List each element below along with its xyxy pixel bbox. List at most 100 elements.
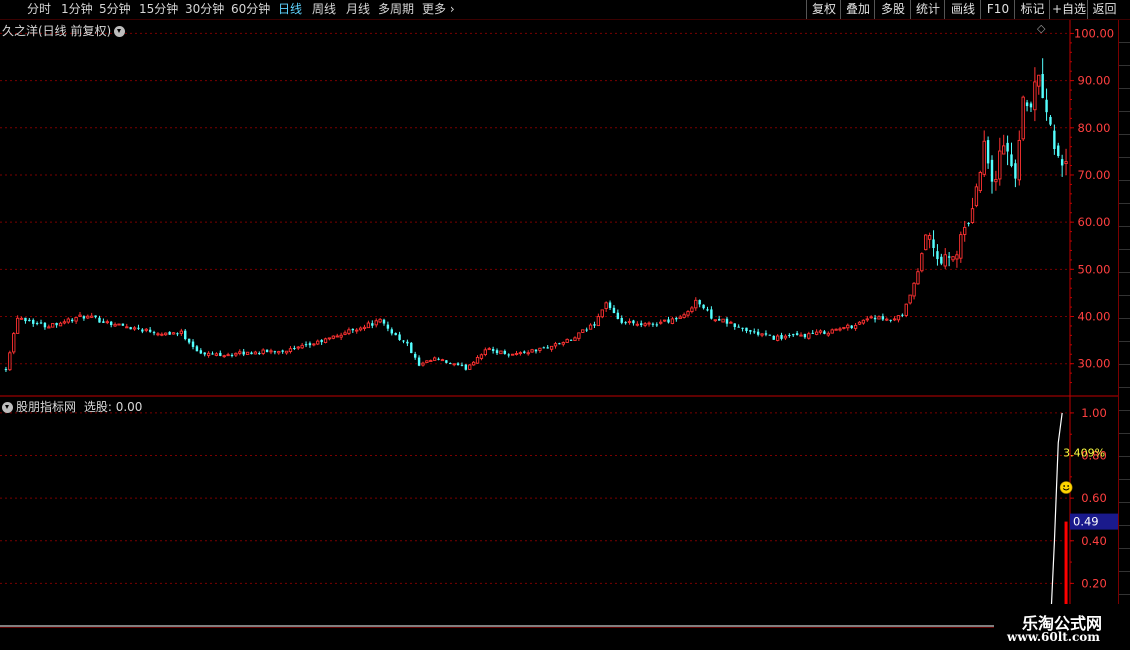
candle-body	[780, 334, 783, 339]
candle-body	[222, 355, 226, 358]
candle-body	[296, 346, 300, 349]
candle-body	[655, 324, 659, 326]
toolbar-button-8[interactable]: 返回	[1087, 0, 1121, 19]
period-tab-3[interactable]: 15分钟	[139, 1, 178, 18]
candle-body	[437, 358, 440, 360]
candle-body	[904, 303, 908, 316]
toolbar-button-7[interactable]: +自选	[1049, 0, 1088, 19]
candle-body	[156, 333, 160, 336]
candle-body	[43, 322, 47, 328]
candle-body	[417, 357, 421, 366]
period-tab-10[interactable]: 更多 ›	[422, 1, 455, 18]
period-tab-4[interactable]: 30分钟	[185, 1, 224, 18]
toolbar-button-6[interactable]: 标记	[1014, 0, 1050, 19]
candle-body	[745, 327, 748, 332]
candle-body	[885, 318, 889, 321]
watermark: 乐淘公式网 www.60lt.com	[994, 604, 1130, 650]
candle-body	[678, 316, 682, 320]
toolbar-button-2[interactable]: 多股	[874, 0, 911, 19]
candle-body	[39, 322, 43, 324]
candle-body	[932, 239, 935, 249]
side-panel-row	[1119, 327, 1130, 342]
side-panel-row	[1119, 28, 1130, 43]
candle-body	[4, 368, 8, 371]
candle-body	[994, 179, 998, 183]
toolbar-button-4[interactable]: 画线	[944, 0, 981, 19]
candle-body	[811, 332, 814, 334]
side-panel-row	[1119, 258, 1130, 273]
period-tab-6[interactable]: 日线	[278, 1, 302, 18]
period-tab-9[interactable]: 多周期	[378, 1, 414, 18]
price-tick-label: 40.00	[1078, 310, 1111, 324]
indicator-panel-title: 股朋指标网 选股: 0.00	[2, 398, 142, 415]
toolbar-button-3[interactable]: 统计	[910, 0, 945, 19]
candle-body	[912, 282, 916, 297]
candle-body	[542, 347, 546, 349]
chevron-down-icon[interactable]	[2, 402, 13, 413]
period-tab-5[interactable]: 60分钟	[231, 1, 270, 18]
toolbar-button-1[interactable]: 叠加	[840, 0, 875, 19]
candle-body	[1045, 99, 1048, 113]
candle-body	[425, 360, 429, 363]
candle-body	[643, 323, 647, 326]
candle-body	[1033, 81, 1037, 111]
candle-body	[440, 359, 445, 362]
candle-body	[760, 333, 764, 336]
period-tab-8[interactable]: 月线	[346, 1, 370, 18]
indicator-name: 股朋指标网	[16, 400, 77, 414]
candle-body	[105, 321, 109, 324]
toolbar-button-0[interactable]: 复权	[806, 0, 841, 19]
candle-body	[530, 349, 534, 353]
candle-body	[596, 316, 601, 327]
candle-body	[121, 323, 125, 326]
candle-body	[1021, 96, 1025, 140]
candle-body	[51, 322, 55, 328]
candle-body	[479, 354, 484, 359]
candle-body	[986, 140, 990, 164]
candle-body	[889, 319, 892, 321]
indicator-line	[1049, 412, 1063, 627]
candle-body	[203, 352, 206, 355]
period-tab-2[interactable]: 5分钟	[99, 1, 131, 18]
candle-body	[308, 343, 312, 346]
period-tab-1[interactable]: 1分钟	[61, 1, 93, 18]
period-toolbar: 分时 1分钟 5分钟 15分钟 30分钟 60分钟 日线 周线 月线 多周期 更多 › 复权 叠加 多股统…	[0, 0, 1130, 20]
candle-body	[70, 319, 74, 322]
diamond-icon[interactable]: ◇	[1037, 22, 1045, 35]
candle-body	[238, 351, 242, 354]
candle-body	[343, 332, 347, 335]
chevron-down-icon[interactable]	[114, 26, 126, 37]
candle-body	[659, 321, 663, 324]
candle-body	[901, 314, 904, 316]
candle-body	[741, 327, 744, 329]
price-tick-label: 50.00	[1078, 262, 1111, 276]
side-panel-row	[1119, 189, 1130, 204]
toolbar-button-5[interactable]: F10	[980, 0, 1015, 19]
candle-body	[320, 339, 323, 343]
candle-body	[861, 319, 866, 324]
candle-body	[924, 234, 928, 251]
candle-body	[783, 335, 788, 339]
candle-body	[651, 323, 655, 325]
candle-body	[47, 326, 51, 329]
candle-body	[857, 321, 862, 325]
candle-body	[125, 326, 129, 329]
period-tab-0[interactable]: 分时	[27, 1, 51, 18]
side-panel-row	[1119, 166, 1130, 181]
candle-body	[1017, 139, 1021, 181]
candle-body	[355, 329, 359, 332]
candle-body	[331, 335, 335, 339]
candle-body	[316, 340, 320, 345]
candle-body	[226, 354, 230, 357]
candle-body	[277, 351, 281, 354]
candle-body	[713, 319, 717, 322]
candle-body	[799, 334, 803, 337]
candle-body	[826, 332, 830, 336]
candle-body	[803, 333, 807, 338]
side-panel-row	[1119, 511, 1130, 526]
candle-body	[483, 349, 487, 356]
candle-body	[327, 337, 332, 340]
candle-body	[620, 317, 623, 323]
period-tab-7[interactable]: 周线	[312, 1, 336, 18]
side-panel-row	[1119, 304, 1130, 319]
